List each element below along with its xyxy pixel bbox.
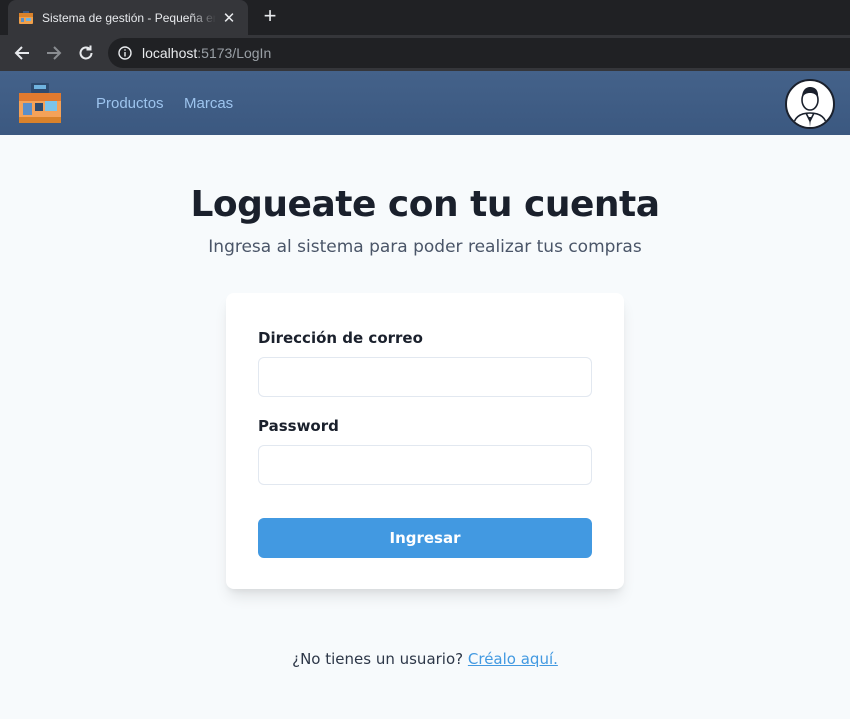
close-tab-icon[interactable]: ✕ [220,9,238,27]
browser-toolbar: localhost:5173/LogIn [0,35,850,71]
login-card: Dirección de correo Password Ingresar [226,293,624,589]
nav-link-productos[interactable]: Productos [96,95,164,112]
url-text: localhost:5173/LogIn [142,45,271,61]
email-field[interactable] [258,357,592,397]
user-avatar[interactable] [785,79,835,129]
password-field[interactable] [258,445,592,485]
reload-icon[interactable] [74,41,98,65]
address-bar[interactable]: localhost:5173/LogIn [108,38,850,68]
browser-tabstrip: Sistema de gestión - Pequeña empresa ✕ + [0,0,850,35]
user-avatar-icon [792,87,828,127]
email-label: Dirección de correo [258,329,423,347]
forward-arrow-icon[interactable] [42,41,66,65]
page-title: Logueate con tu cuenta [190,184,660,225]
store-favicon-icon [19,10,33,24]
login-submit-button[interactable]: Ingresar [258,518,592,558]
store-logo-icon[interactable] [17,79,63,127]
app-navbar: Productos Marcas [0,71,850,135]
tab-title: Sistema de gestión - Pequeña empresa [42,10,216,25]
password-label: Password [258,417,339,435]
back-arrow-icon[interactable] [10,41,34,65]
signup-prompt: ¿No tienes un usuario? Créalo aquí. [0,650,850,668]
url-path: :5173/LogIn [197,45,272,61]
info-icon[interactable] [118,46,132,60]
new-tab-icon[interactable]: + [258,4,282,28]
nav-link-marcas[interactable]: Marcas [184,95,233,112]
browser-tab[interactable]: Sistema de gestión - Pequeña empresa ✕ [8,0,248,35]
signup-link[interactable]: Créalo aquí. [468,650,558,668]
page-subtitle: Ingresa al sistema para poder realizar t… [208,237,642,257]
signup-prompt-text: ¿No tienes un usuario? [292,650,464,668]
url-host: localhost [142,45,198,61]
